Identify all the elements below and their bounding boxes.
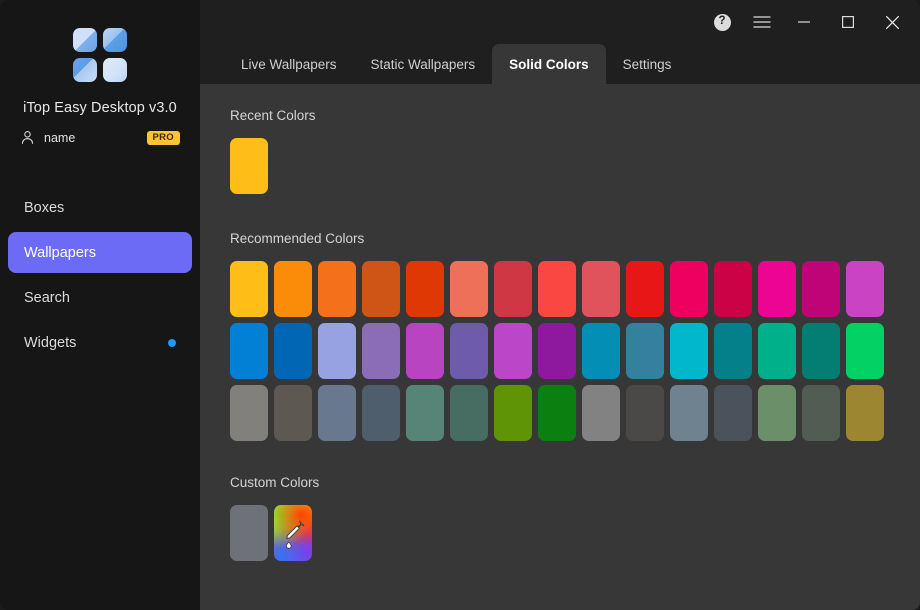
color-swatch[interactable]: [274, 261, 312, 317]
app-window: iTop Easy Desktop v3.0 name PRO Boxes Wa…: [0, 0, 920, 610]
color-swatch[interactable]: [802, 261, 840, 317]
color-swatch[interactable]: [802, 323, 840, 379]
user-name: name: [44, 131, 138, 145]
color-swatch[interactable]: [758, 323, 796, 379]
color-swatch[interactable]: [714, 323, 752, 379]
color-swatch[interactable]: [626, 323, 664, 379]
custom-color-swatch[interactable]: [230, 505, 268, 561]
tab-solid-colors[interactable]: Solid Colors: [492, 44, 606, 84]
tab-live-wallpapers[interactable]: Live Wallpapers: [224, 44, 354, 84]
minimize-button[interactable]: [782, 0, 826, 44]
maximize-button[interactable]: [826, 0, 870, 44]
sidebar-nav: Boxes Wallpapers Search Widgets: [0, 187, 200, 363]
maximize-icon: [841, 15, 855, 29]
recent-colors-heading: Recent Colors: [230, 108, 904, 123]
recommended-colors-row-3: [230, 385, 904, 441]
color-swatch[interactable]: [406, 385, 444, 441]
sidebar-item-wallpapers[interactable]: Wallpapers: [8, 232, 192, 273]
color-swatch[interactable]: [758, 385, 796, 441]
color-swatch[interactable]: [846, 261, 884, 317]
color-swatch[interactable]: [802, 385, 840, 441]
custom-colors-heading: Custom Colors: [230, 475, 904, 490]
color-swatch[interactable]: [230, 385, 268, 441]
tab-settings[interactable]: Settings: [606, 44, 689, 84]
color-swatch[interactable]: [538, 261, 576, 317]
recent-colors-row: [230, 138, 904, 194]
color-swatch[interactable]: [318, 323, 356, 379]
color-swatch[interactable]: [362, 385, 400, 441]
sidebar-item-label: Boxes: [24, 200, 176, 216]
user-account-row[interactable]: name PRO: [20, 130, 180, 145]
color-swatch[interactable]: [846, 385, 884, 441]
sidebar-item-boxes[interactable]: Boxes: [8, 187, 192, 228]
color-swatch[interactable]: [670, 323, 708, 379]
sidebar-item-label: Widgets: [24, 335, 168, 351]
app-title: iTop Easy Desktop v3.0: [23, 100, 177, 116]
sidebar-item-label: Wallpapers: [24, 245, 176, 261]
color-swatch[interactable]: [846, 323, 884, 379]
color-swatch[interactable]: [274, 385, 312, 441]
color-swatch[interactable]: [538, 323, 576, 379]
widgets-notification-dot: [168, 339, 176, 347]
sidebar: iTop Easy Desktop v3.0 name PRO Boxes Wa…: [0, 0, 200, 610]
minimize-icon: [797, 15, 811, 29]
pro-badge[interactable]: PRO: [147, 131, 181, 145]
color-swatch[interactable]: [318, 261, 356, 317]
sidebar-item-label: Search: [24, 290, 176, 306]
color-swatch[interactable]: [494, 323, 532, 379]
color-swatch[interactable]: [274, 323, 312, 379]
color-swatch[interactable]: [670, 261, 708, 317]
color-swatch[interactable]: [714, 385, 752, 441]
color-swatch[interactable]: [670, 385, 708, 441]
color-swatch[interactable]: [362, 261, 400, 317]
hamburger-menu-icon: [753, 15, 771, 29]
menu-button[interactable]: [742, 6, 782, 38]
color-swatch[interactable]: [450, 261, 488, 317]
main-panel: ?: [200, 0, 920, 610]
color-swatch[interactable]: [582, 323, 620, 379]
tabbar: Live Wallpapers Static Wallpapers Solid …: [200, 44, 920, 84]
titlebar: ?: [200, 0, 920, 44]
color-swatch[interactable]: [714, 261, 752, 317]
solid-colors-panel: Recent Colors Recommended Colors Custom …: [200, 84, 920, 610]
close-icon: [885, 15, 900, 30]
color-swatch[interactable]: [758, 261, 796, 317]
color-swatch[interactable]: [582, 385, 620, 441]
help-button[interactable]: ?: [702, 6, 742, 38]
color-swatch[interactable]: [494, 385, 532, 441]
help-circle-icon: ?: [714, 14, 731, 31]
person-icon: [20, 130, 35, 145]
color-picker-button[interactable]: [274, 505, 312, 561]
color-swatch[interactable]: [318, 385, 356, 441]
color-swatch[interactable]: [626, 261, 664, 317]
app-logo-icon: [73, 28, 127, 82]
color-swatch[interactable]: [230, 138, 268, 194]
color-swatch[interactable]: [230, 261, 268, 317]
recommended-colors-row-2: [230, 323, 904, 379]
tab-static-wallpapers[interactable]: Static Wallpapers: [354, 44, 493, 84]
close-button[interactable]: [870, 0, 914, 44]
color-swatch[interactable]: [230, 323, 268, 379]
color-swatch[interactable]: [406, 261, 444, 317]
custom-colors-row: [230, 505, 904, 561]
color-swatch[interactable]: [494, 261, 532, 317]
color-swatch[interactable]: [406, 323, 444, 379]
recommended-colors-heading: Recommended Colors: [230, 231, 904, 246]
color-swatch[interactable]: [362, 323, 400, 379]
color-swatch[interactable]: [582, 261, 620, 317]
recommended-colors-row-1: [230, 261, 904, 317]
color-swatch[interactable]: [450, 323, 488, 379]
eyedropper-icon: [274, 505, 312, 561]
sidebar-item-widgets[interactable]: Widgets: [8, 322, 192, 363]
color-swatch[interactable]: [538, 385, 576, 441]
color-swatch[interactable]: [450, 385, 488, 441]
sidebar-item-search[interactable]: Search: [8, 277, 192, 318]
color-swatch[interactable]: [626, 385, 664, 441]
